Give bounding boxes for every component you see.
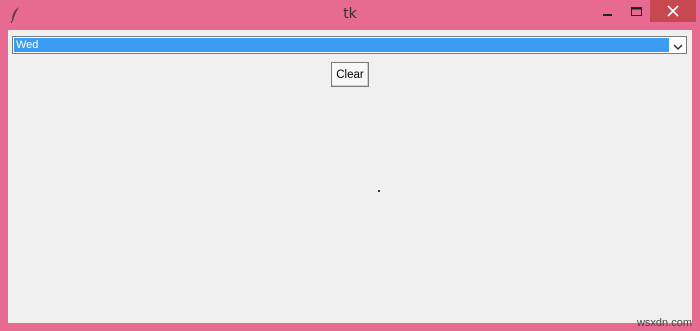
combobox-dropdown-button[interactable] [669, 37, 686, 53]
chevron-down-icon [672, 36, 683, 55]
maximize-button[interactable] [622, 0, 650, 22]
maximize-icon [630, 2, 642, 21]
title-bar[interactable]: tk [0, 0, 700, 30]
clear-button[interactable]: Clear [331, 62, 369, 87]
app-window: tk Wed Clear wsxdn.com [0, 0, 700, 331]
combobox-selected-value[interactable]: Wed [14, 38, 669, 52]
close-icon [667, 2, 679, 21]
day-combobox[interactable]: Wed [12, 36, 687, 54]
result-label [378, 190, 380, 192]
watermark-text: wsxdn.com [636, 317, 692, 329]
minimize-button[interactable] [594, 0, 622, 22]
window-client-area: Wed Clear [8, 30, 692, 323]
close-button[interactable] [650, 0, 696, 22]
minimize-icon [603, 2, 613, 21]
